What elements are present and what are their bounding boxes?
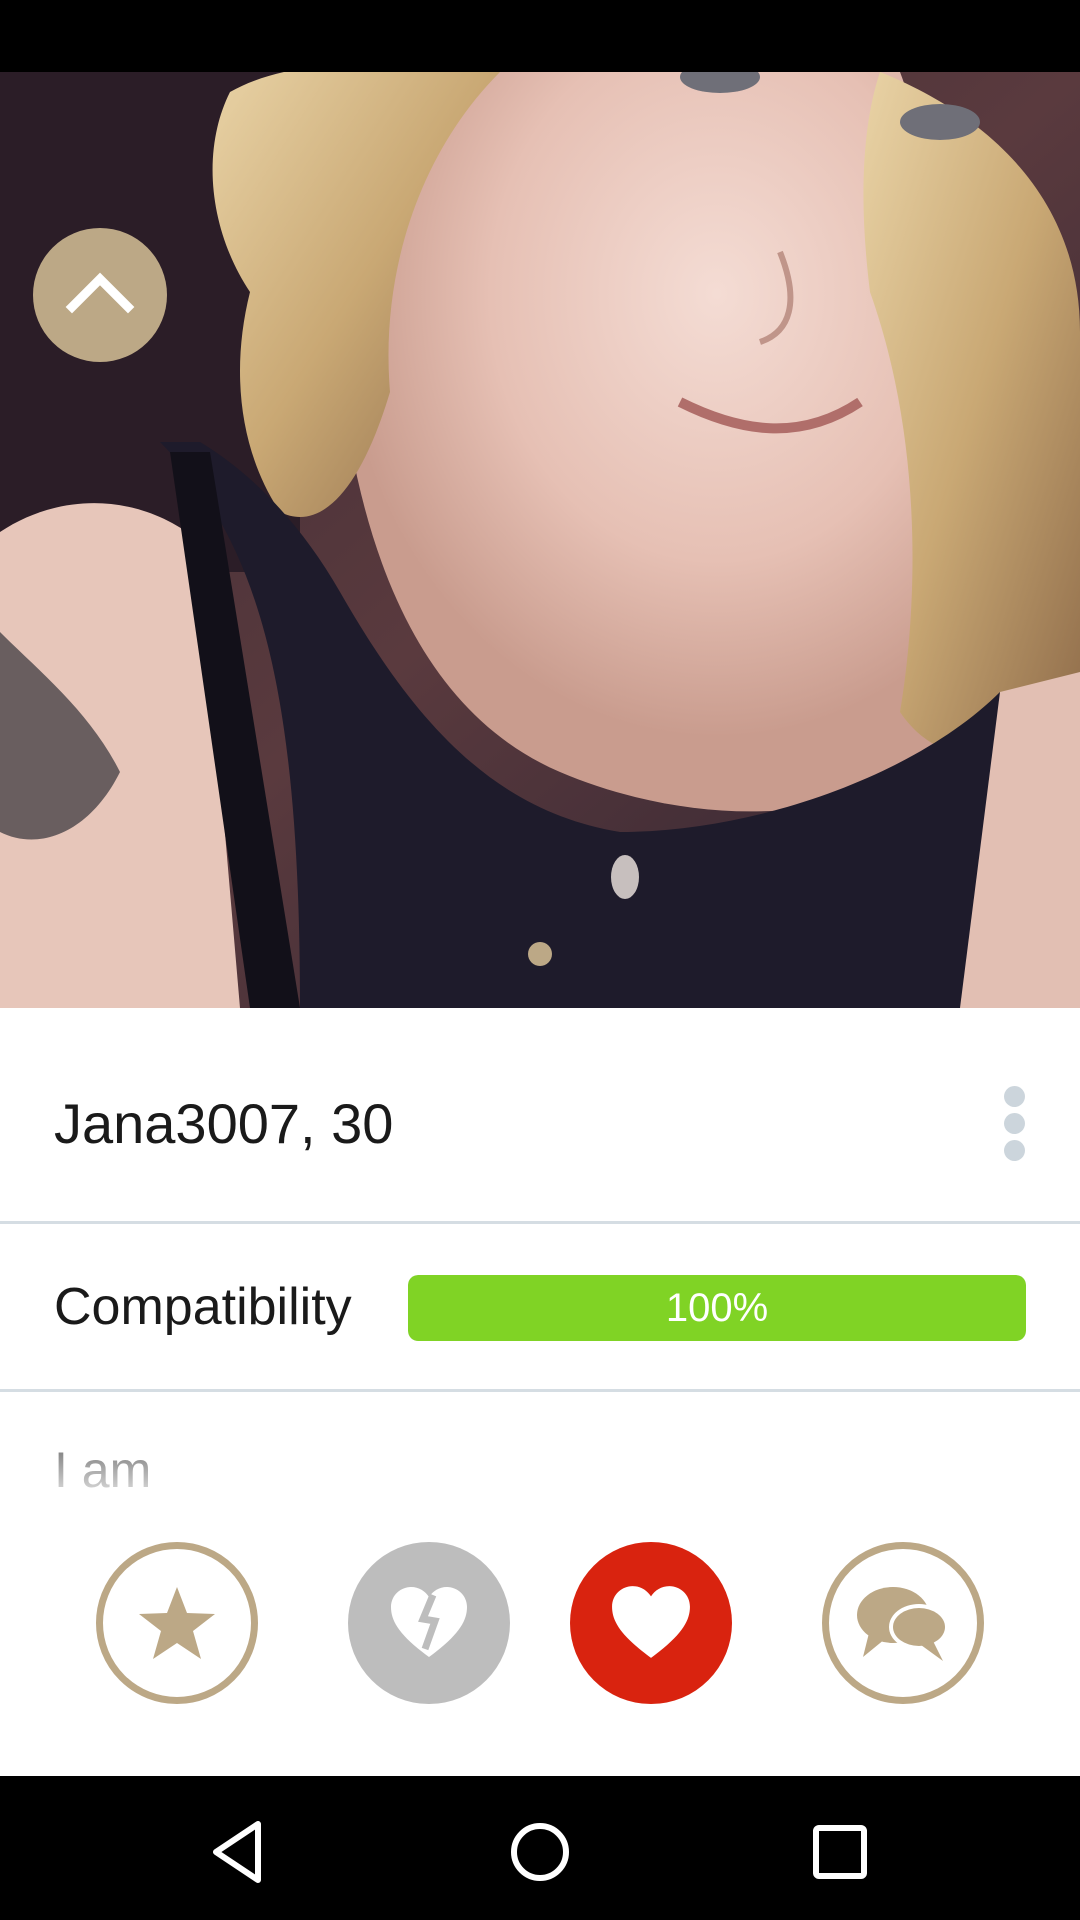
heart-icon — [612, 1586, 690, 1658]
broken-heart-icon — [391, 1587, 467, 1657]
profile-name-age: Jana3007, 30 — [54, 1092, 394, 1155]
compatibility-row: Compatibility 100% — [0, 1224, 1080, 1392]
compatibility-bar: 100% — [408, 1275, 1026, 1341]
profile-header: Jana3007, 30 — [0, 1008, 1080, 1224]
action-bar — [0, 1512, 1080, 1776]
like-button[interactable] — [570, 1542, 732, 1704]
back-triangle-icon — [213, 1821, 261, 1883]
home-circle-icon — [511, 1823, 569, 1881]
compatibility-label: Compatibility — [54, 1278, 352, 1336]
more-vertical-icon-dot — [1004, 1113, 1025, 1134]
star-icon — [139, 1587, 215, 1659]
system-navigation-bar — [0, 1776, 1080, 1920]
dislike-button[interactable] — [348, 1542, 510, 1704]
content-fade — [0, 1452, 1080, 1512]
profile-photo[interactable] — [0, 72, 1080, 1008]
chat-bubbles-icon — [857, 1587, 949, 1661]
compatibility-value: 100% — [665, 1286, 769, 1330]
more-options-button[interactable] — [990, 1078, 1042, 1168]
photo-pager-dot[interactable] — [528, 942, 552, 966]
status-bar — [0, 0, 1080, 72]
nav-recents-button[interactable] — [800, 1812, 880, 1892]
recents-square-icon — [813, 1825, 867, 1879]
nav-back-button[interactable] — [200, 1812, 280, 1892]
chevron-up-icon — [65, 272, 135, 314]
more-vertical-icon — [1004, 1086, 1025, 1107]
chat-button[interactable] — [822, 1542, 984, 1704]
more-vertical-icon-dot — [1004, 1140, 1025, 1161]
nav-home-button[interactable] — [500, 1812, 580, 1892]
profile-photo-image — [0, 72, 1080, 1008]
collapse-profile-button[interactable] — [33, 228, 167, 362]
favorite-button[interactable] — [96, 1542, 258, 1704]
